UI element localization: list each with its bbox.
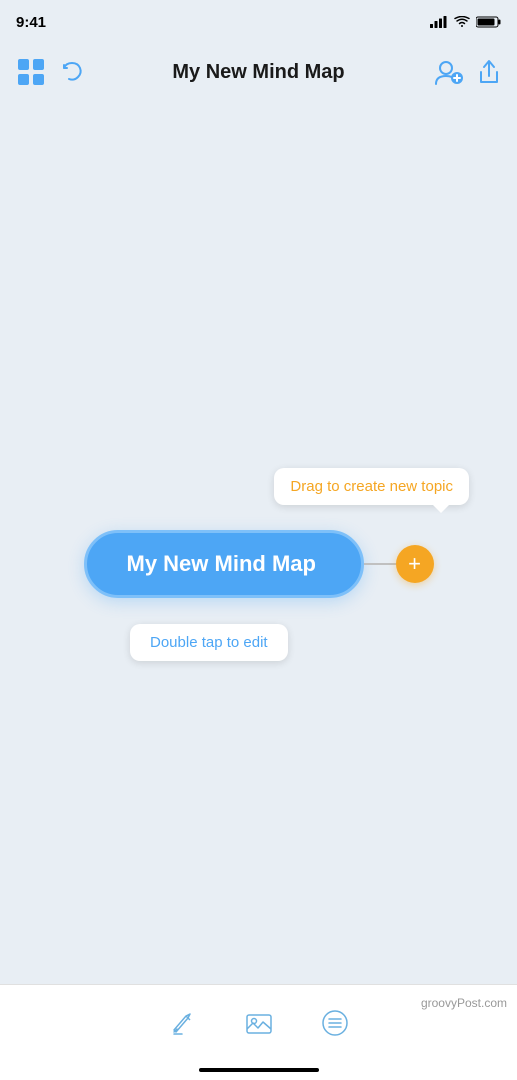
pen-icon	[168, 1008, 198, 1038]
add-user-button[interactable]	[433, 58, 463, 86]
drag-tooltip: Drag to create new topic	[274, 468, 469, 505]
status-time: 9:41	[16, 14, 46, 31]
wifi-icon	[454, 16, 470, 28]
add-topic-button[interactable]: +	[396, 545, 434, 583]
image-tool-button[interactable]	[239, 1003, 279, 1043]
mind-map-node[interactable]: My New Mind Map	[84, 530, 364, 598]
share-button[interactable]	[477, 58, 501, 86]
status-icons	[430, 16, 501, 28]
image-icon	[244, 1008, 274, 1038]
signal-icon	[430, 16, 448, 28]
edit-tooltip: Double tap to edit	[130, 624, 288, 661]
undo-icon	[60, 60, 84, 84]
grid-icon	[16, 57, 46, 87]
undo-button[interactable]	[60, 60, 84, 84]
status-bar: 9:41	[0, 0, 517, 44]
grid-menu-button[interactable]	[16, 57, 46, 87]
add-user-icon	[433, 58, 463, 86]
nav-bar: My New Mind Map	[0, 44, 517, 100]
node-text: My New Mind Map	[127, 551, 316, 576]
menu-icon	[320, 1008, 350, 1038]
battery-icon	[476, 16, 501, 28]
connector-line	[364, 563, 396, 565]
mind-map-node-container: My New Mind Map +	[84, 530, 434, 598]
canvas-area: Drag to create new topic My New Mind Map…	[0, 100, 517, 1000]
nav-right	[433, 58, 501, 86]
pen-tool-button[interactable]	[163, 1003, 203, 1043]
page-title: My New Mind Map	[172, 61, 344, 84]
plus-icon: +	[408, 553, 421, 575]
home-indicator	[199, 1068, 319, 1072]
menu-tool-button[interactable]	[315, 1003, 355, 1043]
share-icon	[477, 58, 501, 86]
nav-left	[16, 57, 84, 87]
watermark: groovyPost.com	[421, 996, 507, 1010]
